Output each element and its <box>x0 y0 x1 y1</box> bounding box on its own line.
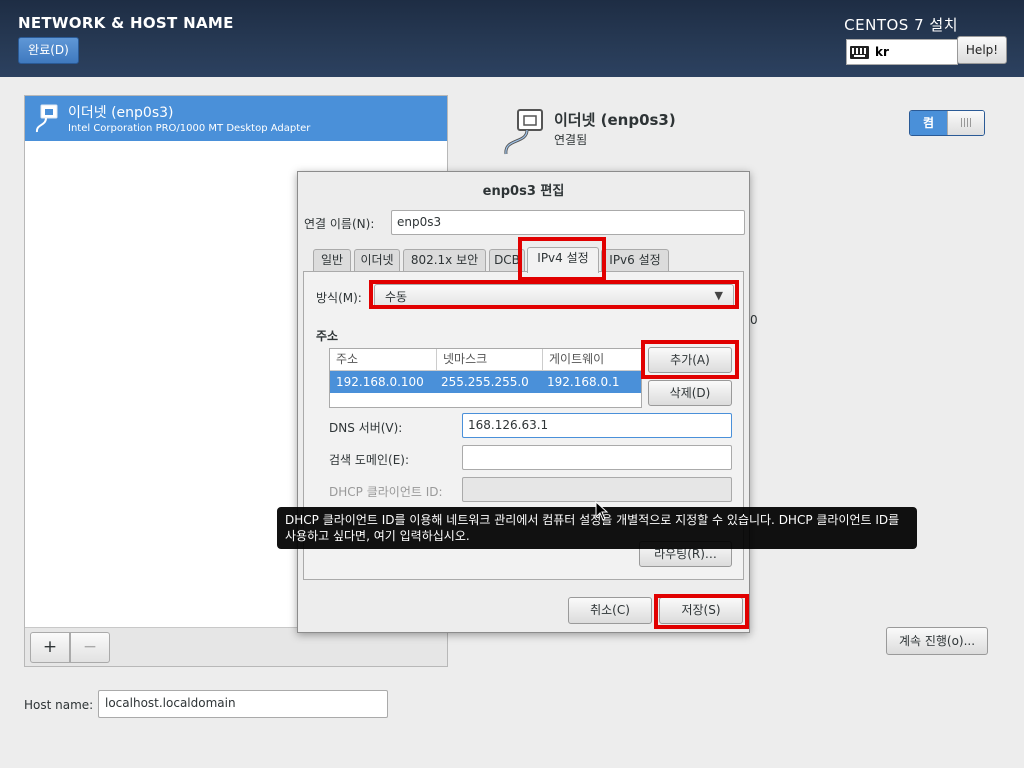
column-header-address[interactable]: 주소 <box>330 349 437 370</box>
edit-connection-dialog: enp0s3 편집 연결 이름(N): enp0s3 일반 이더넷 802.1x… <box>297 171 750 633</box>
partially-hidden-text: 0 <box>750 313 758 327</box>
top-bar: NETWORK & HOST NAME 완료(D) CENTOS 7 설치 kr… <box>0 0 1024 77</box>
cell-gateway[interactable]: 192.168.0.1 <box>541 371 620 393</box>
dns-servers-input[interactable]: 168.126.63.1 <box>462 413 732 438</box>
tab-ipv4-settings[interactable]: IPv4 설정 <box>527 247 599 273</box>
search-domains-label: 검색 도메인(E): <box>329 453 410 467</box>
interface-name: 이더넷 (enp0s3) <box>554 111 676 129</box>
network-wired-icon <box>35 104 58 133</box>
toggle-on-label: 켬 <box>910 111 947 135</box>
configure-button[interactable]: 계속 진행(o)... <box>886 627 988 655</box>
address-table[interactable]: 주소 넷마스크 게이트웨이 192.168.0.100 255.255.255.… <box>329 348 642 408</box>
tab-ethernet[interactable]: 이더넷 <box>354 249 400 272</box>
tab-dcb[interactable]: DCB <box>489 249 525 272</box>
keyboard-icon <box>850 45 869 59</box>
tab-ipv6-settings[interactable]: IPv6 설정 <box>601 249 669 272</box>
network-wired-icon <box>504 109 543 155</box>
method-value: 수동 <box>385 290 408 304</box>
delete-address-button[interactable]: 삭제(D) <box>648 380 732 406</box>
hostname-input[interactable]: localhost.localdomain <box>98 690 388 718</box>
page-title: NETWORK & HOST NAME <box>18 14 234 32</box>
cancel-button[interactable]: 취소(C) <box>568 597 652 624</box>
address-heading: 주소 <box>316 329 339 343</box>
interface-toggle[interactable]: 켬 <box>909 110 985 136</box>
keyboard-layout-indicator[interactable]: kr <box>846 39 958 65</box>
add-device-button[interactable]: + <box>30 632 70 663</box>
column-header-gateway[interactable]: 게이트웨이 <box>543 349 641 370</box>
toggle-knob[interactable] <box>947 111 984 135</box>
add-address-button[interactable]: 추가(A) <box>648 347 732 373</box>
search-domains-input[interactable] <box>462 445 732 470</box>
connection-name-input[interactable]: enp0s3 <box>391 210 745 235</box>
connection-name-label: 연결 이름(N): <box>304 217 375 231</box>
device-name: 이더넷 (enp0s3) <box>68 105 174 121</box>
cell-address[interactable]: 192.168.0.100 <box>330 371 424 393</box>
table-row[interactable]: 192.168.0.100 255.255.255.0 192.168.0.1 <box>330 371 641 393</box>
method-dropdown[interactable]: 수동 ▼ <box>374 284 734 308</box>
hostname-label: Host name: <box>24 698 94 712</box>
dhcp-client-id-input[interactable] <box>462 477 732 502</box>
keyboard-layout-label: kr <box>875 45 889 59</box>
address-table-header: 주소 넷마스크 게이트웨이 <box>330 349 641 371</box>
product-title: CENTOS 7 설치 <box>844 16 958 34</box>
device-description: Intel Corporation PRO/1000 MT Desktop Ad… <box>68 123 311 134</box>
dns-servers-label: DNS 서버(V): <box>329 421 403 435</box>
column-header-netmask[interactable]: 넷마스크 <box>437 349 543 370</box>
done-button[interactable]: 완료(D) <box>18 37 79 64</box>
mouse-pointer-icon <box>595 501 609 521</box>
chevron-down-icon: ▼ <box>714 289 723 302</box>
cell-netmask[interactable]: 255.255.255.0 <box>435 371 529 393</box>
remove-device-button[interactable]: − <box>70 632 110 663</box>
dhcp-client-id-label: DHCP 클라이언트 ID: <box>329 485 443 499</box>
tab-8021x-security[interactable]: 802.1x 보안 <box>403 249 486 272</box>
help-button[interactable]: Help! <box>957 36 1007 64</box>
method-label: 방식(M): <box>316 291 362 305</box>
save-button[interactable]: 저장(S) <box>659 597 743 624</box>
connection-status: 연결됨 <box>554 133 588 147</box>
tab-general[interactable]: 일반 <box>313 249 351 272</box>
dialog-title: enp0s3 편집 <box>482 184 565 199</box>
device-list-item[interactable]: 이더넷 (enp0s3) Intel Corporation PRO/1000 … <box>25 96 447 141</box>
